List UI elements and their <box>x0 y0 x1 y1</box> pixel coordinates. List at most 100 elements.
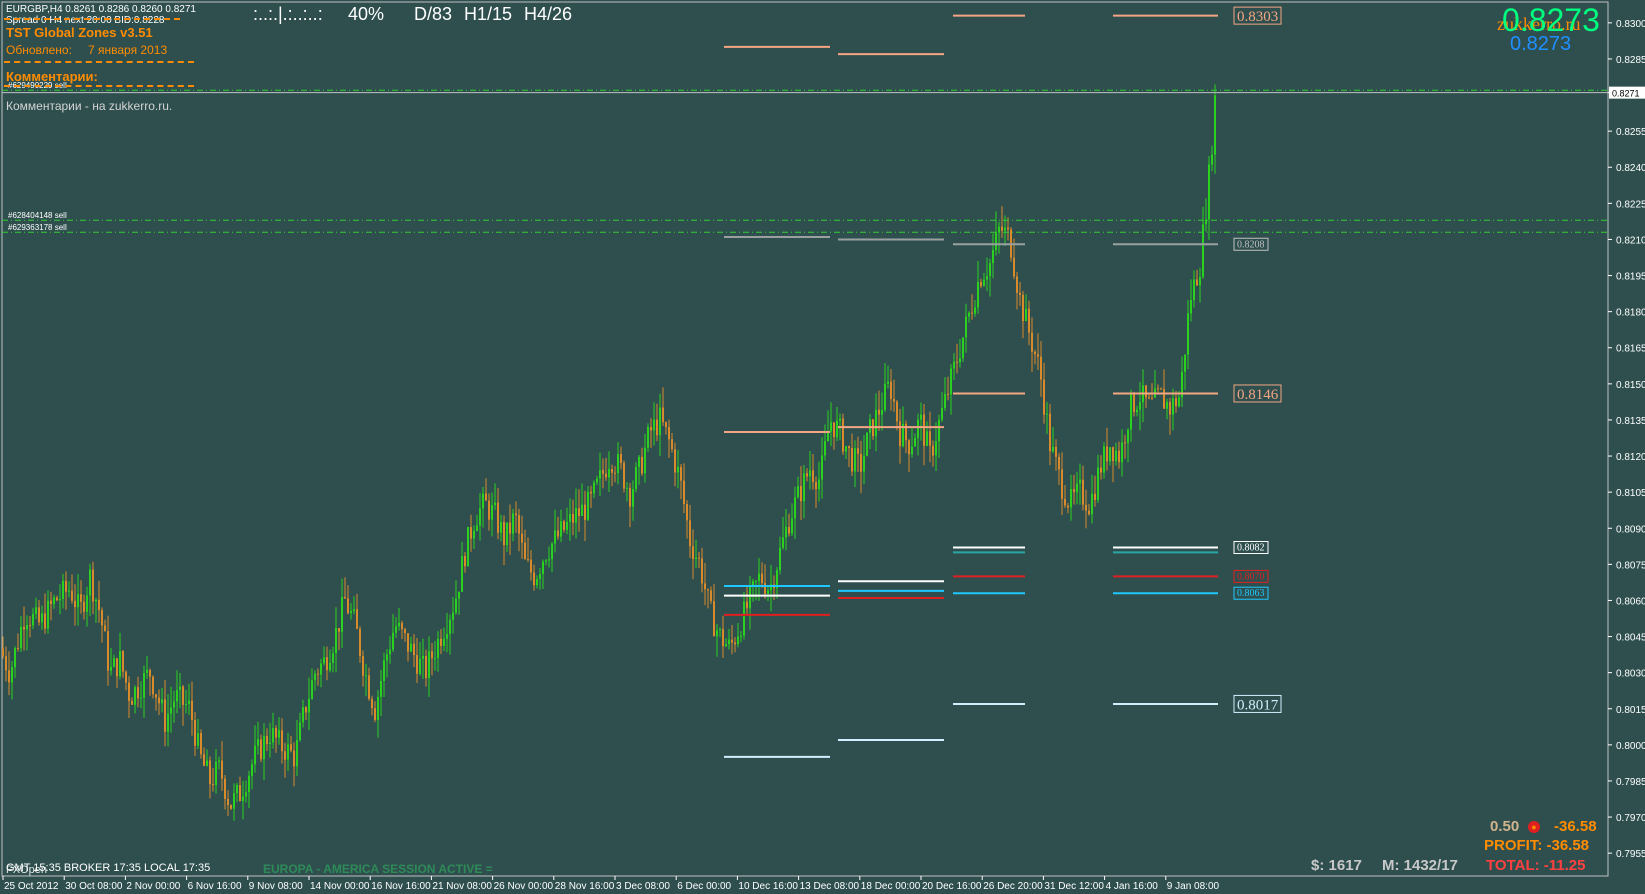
x-axis-label: 26 Dec 20:00 <box>983 881 1043 892</box>
y-axis-label: 0.8195 <box>1616 272 1645 283</box>
candle-body <box>650 427 652 431</box>
candle-body <box>746 601 748 609</box>
candle-body <box>56 597 58 601</box>
candle-body <box>362 655 364 676</box>
y-axis-label: 0.8300 <box>1616 19 1645 30</box>
candle-body <box>539 573 541 580</box>
candle-body <box>1190 300 1192 314</box>
candle-body <box>758 573 760 581</box>
candle-body <box>578 508 580 516</box>
candle-body <box>869 419 871 433</box>
candle-body <box>434 658 436 660</box>
zone-label: 0.8070 <box>1237 571 1265 582</box>
candle-body <box>86 595 88 612</box>
x-axis-label: 28 Nov 16:00 <box>555 881 615 892</box>
candle-body <box>806 473 808 477</box>
candle-body <box>26 625 28 630</box>
candle-body <box>890 381 892 399</box>
candle-body <box>923 414 925 446</box>
candle-body <box>848 446 850 448</box>
candle-body <box>281 730 283 752</box>
candle-body <box>932 445 934 456</box>
strength-bar: :..:.|.:..:..: <box>253 4 323 24</box>
candle-body <box>38 607 40 623</box>
candle-body <box>365 675 367 677</box>
candle-body <box>674 449 676 473</box>
y-axis-label: 0.8165 <box>1616 344 1645 355</box>
candle-body <box>65 580 67 592</box>
indicator-separator-3 <box>4 85 194 87</box>
candle-body <box>59 598 61 601</box>
candle-body <box>536 579 538 586</box>
candle-body <box>68 590 70 592</box>
candle-body <box>731 639 733 643</box>
candle-body <box>98 599 100 611</box>
candle-body <box>242 796 244 801</box>
candle-body <box>1109 447 1111 462</box>
candle-body <box>527 558 529 560</box>
candle-body <box>53 597 55 604</box>
candle-body <box>1013 257 1015 277</box>
candle-body <box>842 418 844 452</box>
copyright: FXOpen <box>6 864 47 876</box>
candle-body <box>824 441 826 456</box>
candle-body <box>908 440 910 455</box>
comments-label: Комментарии: <box>6 69 98 84</box>
candle-body <box>1043 379 1045 415</box>
candle-body <box>854 448 856 472</box>
candle-body <box>1079 479 1081 484</box>
candle-body <box>518 515 520 534</box>
candle-body <box>134 687 136 705</box>
candle-body <box>617 454 619 474</box>
x-axis-label: 25 Oct 2012 <box>4 881 59 892</box>
candle-body <box>1184 354 1186 372</box>
y-axis-label: 0.8240 <box>1616 163 1645 174</box>
candle-body <box>602 470 604 474</box>
h4-range: H4/26 <box>524 4 573 24</box>
candle-body <box>788 526 790 534</box>
y-axis-label: 0.8255 <box>1616 127 1645 138</box>
x-axis-label: 26 Nov 00:00 <box>494 881 554 892</box>
candle-body <box>1058 456 1060 470</box>
x-axis-label: 30 Oct 08:00 <box>65 881 123 892</box>
candle-body <box>479 508 481 526</box>
candle-body <box>1019 292 1021 295</box>
candle-body <box>803 473 805 502</box>
price-chart[interactable]: 0.8300 0.8285 0.8271 0.8255 0.8240 0.8225 0.82… <box>0 0 1645 894</box>
candle-body <box>1193 279 1195 301</box>
candle-body <box>275 728 277 738</box>
zone-label: 0.8146 <box>1237 387 1279 403</box>
price-small: 0.8273 <box>1510 33 1572 55</box>
x-axis-label: 13 Dec 08:00 <box>800 881 860 892</box>
candle-body <box>593 482 595 494</box>
candle-body <box>497 502 499 533</box>
candle-body <box>608 469 610 478</box>
candle-body <box>1178 397 1180 407</box>
candle-body <box>692 546 694 560</box>
candle-body <box>197 733 199 746</box>
candle-body <box>671 439 673 450</box>
candle-body <box>74 600 76 608</box>
candle-body <box>179 686 181 691</box>
x-axis-label: 9 Nov 08:00 <box>249 881 303 892</box>
x-axis-label: 9 Jan 08:00 <box>1167 881 1220 892</box>
candle-body <box>1151 397 1153 399</box>
candle-body <box>398 622 400 627</box>
candle-body <box>545 560 547 562</box>
candle-body <box>599 470 601 479</box>
candle-body <box>782 537 784 548</box>
candle-body <box>1049 413 1051 452</box>
candle-body <box>590 491 592 494</box>
candle-body <box>188 700 190 704</box>
candle-body <box>410 643 412 652</box>
candle-body <box>977 282 979 308</box>
candle-body <box>149 669 151 677</box>
h1-range: H1/15 <box>464 4 513 24</box>
x-axis-label: 6 Dec 00:00 <box>677 881 731 892</box>
candle-body <box>683 480 685 505</box>
candle-body <box>665 422 667 428</box>
candle-body <box>263 735 265 760</box>
close-order-icon[interactable]: ● <box>1528 821 1540 833</box>
candle-body <box>203 754 205 766</box>
candle-body <box>551 543 553 560</box>
